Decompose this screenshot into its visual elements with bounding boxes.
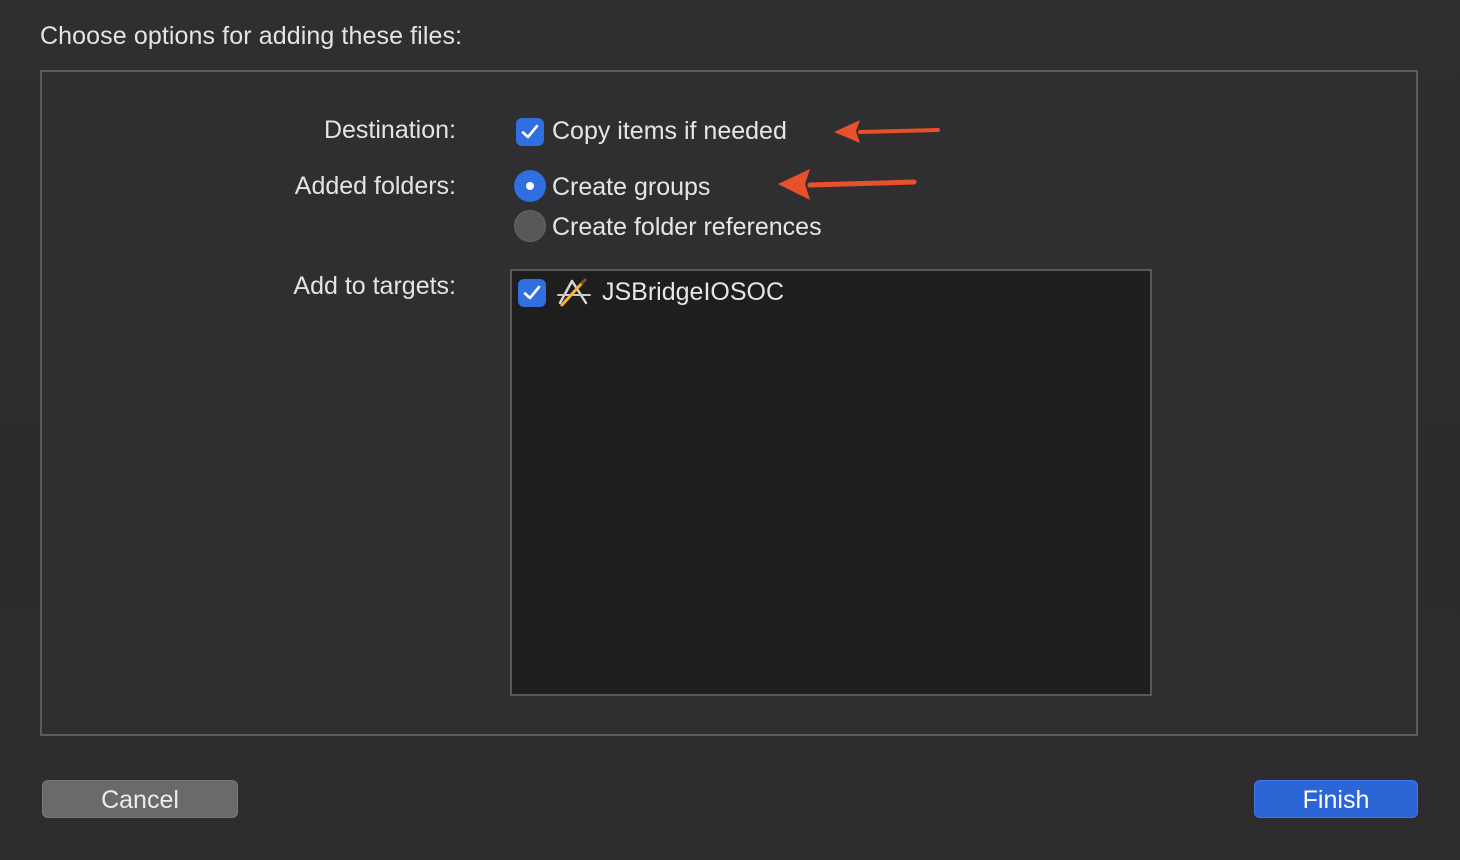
- dialog-heading: Choose options for adding these files:: [40, 22, 463, 50]
- cancel-button[interactable]: Cancel: [42, 780, 238, 818]
- annotation-arrow-icon: [778, 169, 917, 200]
- finish-button[interactable]: Finish: [1254, 780, 1418, 818]
- annotation-arrow-icon: [834, 120, 940, 143]
- destination-label: Destination:: [323, 116, 456, 144]
- target-checkbox[interactable]: [518, 279, 546, 307]
- checkmark-icon: [523, 285, 541, 300]
- create-folder-references-radio[interactable]: [514, 210, 546, 242]
- add-to-targets-label: Add to targets:: [293, 272, 456, 300]
- targets-list[interactable]: JSBridgeIOSOC: [510, 269, 1152, 696]
- target-name: JSBridgeIOSOC: [602, 278, 785, 306]
- app-target-icon: [557, 278, 591, 307]
- add-files-options-dialog: Choose options for adding these files: D…: [0, 0, 1460, 860]
- create-folder-references-label[interactable]: Create folder references: [552, 213, 822, 242]
- checkmark-icon: [521, 124, 539, 139]
- copy-items-label[interactable]: Copy items if needed: [552, 117, 787, 146]
- copy-items-checkbox[interactable]: [516, 118, 544, 146]
- create-groups-radio[interactable]: [514, 170, 546, 202]
- target-row[interactable]: JSBridgeIOSOC: [518, 277, 1118, 309]
- options-panel: Destination: Copy items if needed Added …: [40, 70, 1418, 736]
- added-folders-label: Added folders:: [294, 172, 456, 200]
- create-groups-label[interactable]: Create groups: [552, 173, 710, 202]
